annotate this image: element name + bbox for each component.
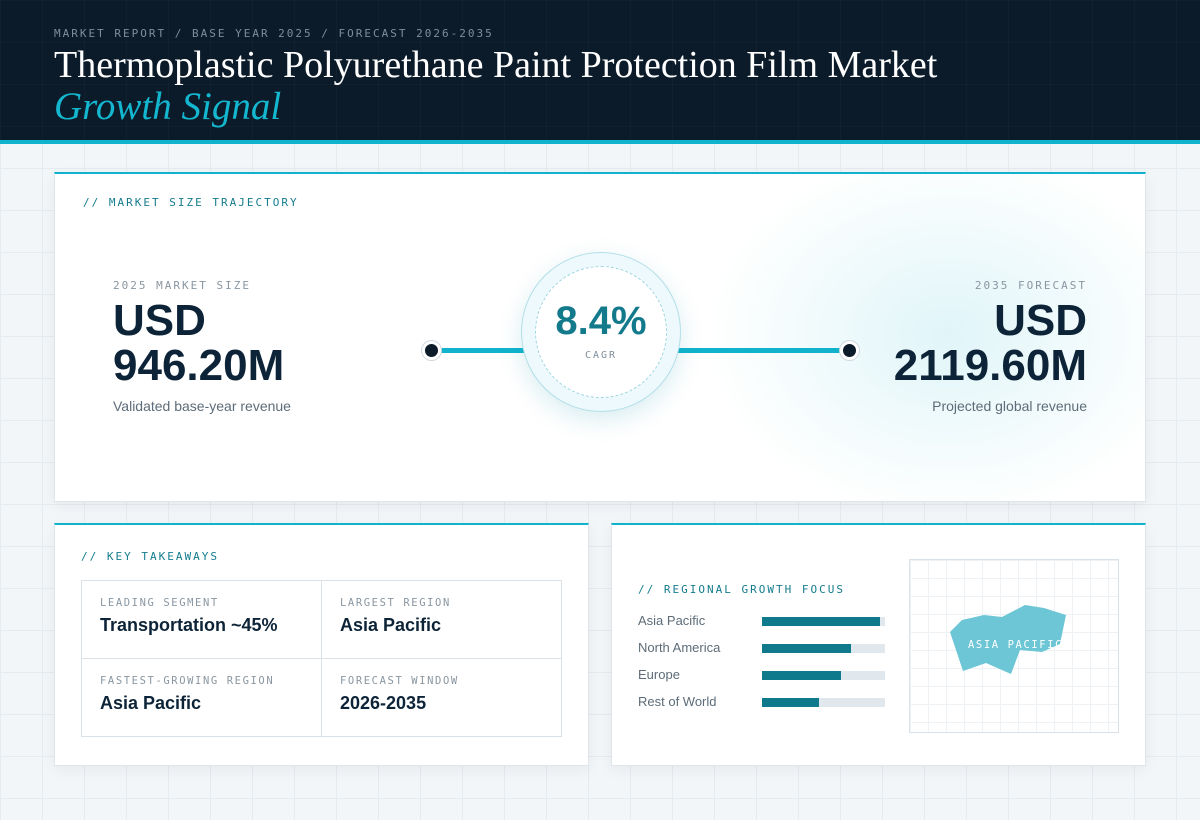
cagr-ring: 8.4% CAGR — [521, 252, 681, 412]
end-caption: 2035 FORECAST — [974, 279, 1087, 292]
report-header: MARKET REPORT / BASE YEAR 2025 / FORECAS… — [0, 0, 1200, 144]
cagr-ring-inner: 8.4% CAGR — [535, 266, 667, 398]
region-bar-row: Asia Pacific — [638, 611, 886, 631]
regional-growth-card: // REGIONAL GROWTH FOCUS Asia Pacific No… — [611, 523, 1146, 766]
region-bar-fill — [762, 617, 881, 626]
region-bar-track — [762, 617, 885, 626]
region-bar-row: Europe — [638, 665, 886, 685]
region-bar-track — [762, 644, 885, 653]
region-name: North America — [638, 640, 721, 655]
region-bar-fill — [762, 698, 819, 707]
region-bar-row: Rest of World — [638, 692, 886, 712]
region-map: ASIA PACIFIC — [909, 559, 1119, 733]
page-title: Thermoplastic Polyurethane Paint Protect… — [54, 44, 938, 86]
trajectory-card-label: // MARKET SIZE TRAJECTORY — [83, 196, 299, 209]
region-bar-fill — [762, 644, 851, 653]
key-takeaways-card: // KEY TAKEAWAYS LEADING SEGMENT Transpo… — [54, 523, 589, 766]
takeaway-largest-region: LARGEST REGION Asia Pacific — [321, 581, 561, 659]
takeaway-fastest-region: FASTEST-GROWING REGION Asia Pacific — [82, 658, 322, 736]
track-line-right — [665, 348, 842, 353]
takeaway-caption: FASTEST-GROWING REGION — [100, 675, 275, 687]
region-bar-track — [762, 698, 885, 707]
takeaway-caption: LEADING SEGMENT — [100, 597, 219, 609]
end-node-icon — [840, 341, 859, 360]
report-kicker: MARKET REPORT / BASE YEAR 2025 / FORECAS… — [54, 27, 494, 40]
takeaway-caption: LARGEST REGION — [340, 597, 451, 609]
cagr-value: 8.4% — [555, 299, 647, 343]
region-bar-row: North America — [638, 638, 886, 658]
map-region-label: ASIA PACIFIC — [968, 639, 1064, 651]
start-subtext: Validated base-year revenue — [113, 398, 291, 414]
end-value: 2119.60M — [893, 341, 1087, 390]
cagr-label: CAGR — [584, 350, 618, 361]
region-name: Rest of World — [638, 694, 717, 709]
region-name: Europe — [638, 667, 680, 682]
takeaway-value: 2026-2035 — [340, 693, 427, 713]
takeaways-grid: LEADING SEGMENT Transportation ~45% LARG… — [81, 580, 562, 737]
takeaway-value: Asia Pacific — [340, 615, 442, 635]
takeaway-leading-segment: LEADING SEGMENT Transportation ~45% — [82, 581, 322, 659]
takeaway-caption: FORECAST WINDOW — [340, 675, 459, 687]
takeaway-value: Transportation ~45% — [100, 615, 278, 635]
page-subtitle: Growth Signal — [54, 85, 282, 128]
region-bar-fill — [762, 671, 841, 680]
takeaways-card-label: // KEY TAKEAWAYS — [81, 550, 219, 563]
region-name: Asia Pacific — [638, 613, 706, 628]
region-bar-track — [762, 671, 885, 680]
start-node-icon — [422, 341, 441, 360]
end-currency: USD — [994, 296, 1087, 345]
market-trajectory-card: // MARKET SIZE TRAJECTORY 2025 MARKET SI… — [54, 172, 1146, 502]
start-value: 946.20M — [113, 341, 285, 390]
start-currency: USD — [113, 296, 206, 345]
takeaway-forecast-window: FORECAST WINDOW 2026-2035 — [321, 658, 561, 736]
start-caption: 2025 MARKET SIZE — [113, 279, 251, 292]
takeaway-value: Asia Pacific — [100, 693, 202, 713]
end-subtext: Projected global revenue — [932, 398, 1087, 414]
regional-card-label: // REGIONAL GROWTH FOCUS — [638, 583, 845, 596]
